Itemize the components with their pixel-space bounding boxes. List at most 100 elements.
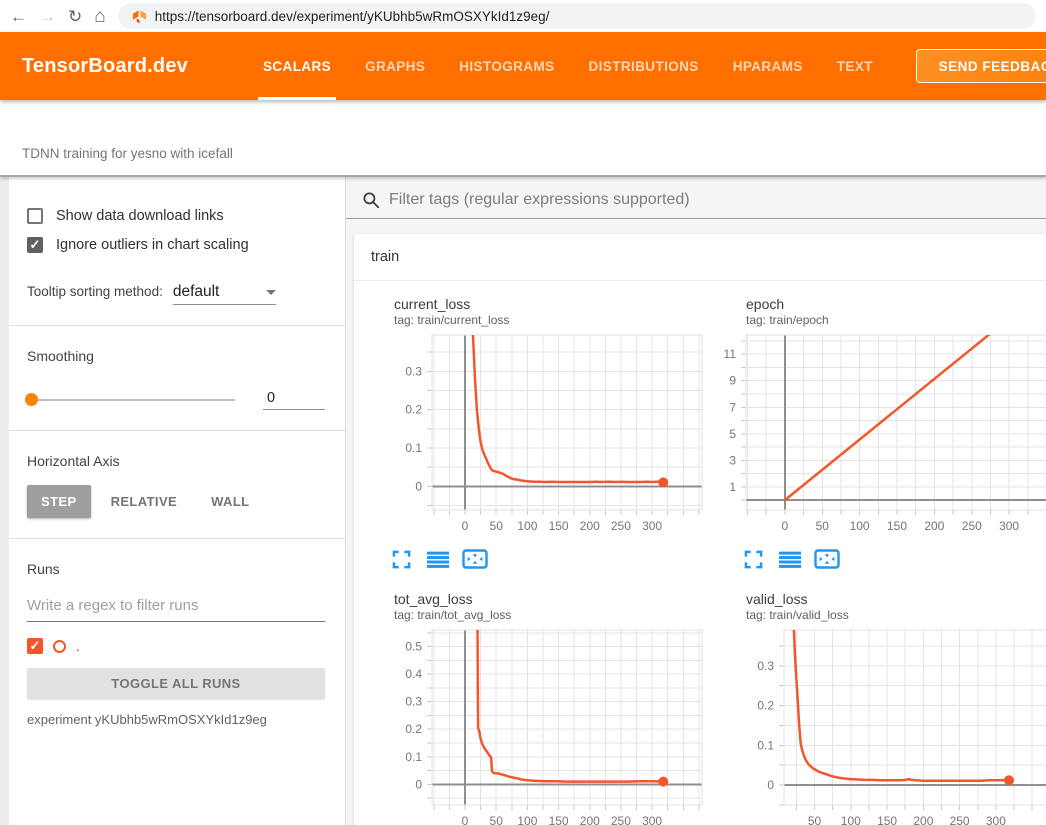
run-checkbox-icon[interactable]: ✓	[27, 638, 43, 654]
smoothing-value-input[interactable]: 0	[263, 390, 325, 410]
svg-text:200: 200	[580, 519, 600, 533]
search-icon	[362, 191, 380, 209]
smoothing-slider[interactable]	[27, 399, 235, 401]
svg-text:150: 150	[549, 519, 569, 533]
chart-row: current_loss tag: train/current_loss 050…	[354, 294, 1046, 589]
chart-toolbar	[740, 547, 1046, 571]
browser-home-icon[interactable]: ⌂	[94, 7, 105, 26]
main-pane: train current_loss tag: train/current_lo…	[346, 177, 1046, 825]
chart-tag: tag: train/valid_loss	[746, 608, 1046, 622]
svg-text:3: 3	[729, 453, 736, 467]
axis-relative-button[interactable]: RELATIVE	[97, 485, 192, 518]
svg-text:100: 100	[850, 519, 870, 533]
svg-text:11: 11	[724, 347, 737, 361]
run-name: .	[76, 639, 80, 654]
horizontal-axis-buttons: STEP RELATIVE WALL	[27, 485, 325, 518]
page: ← → ↻ ⌂ https://tensorboard.dev/experime…	[0, 0, 1046, 825]
checkbox-icon[interactable]: ✓	[27, 237, 43, 253]
run-row[interactable]: ✓ .	[27, 638, 325, 654]
smoothing-slider-row: 0	[27, 390, 325, 410]
tab-text[interactable]: TEXT	[820, 32, 890, 100]
fullscreen-icon[interactable]	[740, 547, 766, 571]
chart-tot-avg-loss: tot_avg_loss tag: train/tot_avg_loss 0 50…	[354, 589, 706, 825]
svg-text:100: 100	[517, 519, 537, 533]
svg-text:0: 0	[767, 778, 774, 792]
svg-text:200: 200	[924, 519, 944, 533]
ignore-outliers-checkbox[interactable]: ✓ Ignore outliers in chart scaling	[27, 230, 325, 259]
svg-text:0.4: 0.4	[405, 667, 422, 681]
line-chart[interactable]: 05010015020025030000.10.20.3	[354, 329, 706, 543]
divider	[9, 538, 345, 539]
tab-hparams[interactable]: HPARAMS	[716, 32, 820, 100]
browser-reload-icon[interactable]: ↻	[68, 8, 82, 25]
horizontal-axis-label: Horizontal Axis	[27, 453, 325, 469]
runs-filter-input[interactable]	[27, 591, 325, 622]
train-section-header[interactable]: train	[354, 234, 1046, 281]
toggle-all-runs-button[interactable]: TOGGLE ALL RUNS	[27, 668, 325, 699]
show-download-links-checkbox[interactable]: Show data download links	[27, 201, 325, 230]
line-chart[interactable]: 05010015020025030000.10.20.30.40.5	[354, 624, 706, 825]
svg-text:0.3: 0.3	[757, 659, 774, 673]
svg-text:150: 150	[877, 814, 897, 825]
line-chart[interactable]: 0501001502002503001357911	[706, 329, 1046, 543]
send-feedback-button[interactable]: SEND FEEDBACK	[916, 49, 1046, 83]
slider-knob[interactable]	[25, 393, 38, 406]
axis-wall-button[interactable]: WALL	[197, 485, 263, 518]
dropdown-value: default	[173, 283, 220, 301]
browser-forward-icon[interactable]: →	[39, 8, 56, 25]
fit-domain-icon[interactable]	[462, 547, 488, 571]
svg-text:200: 200	[580, 814, 600, 825]
svg-text:50: 50	[490, 814, 504, 825]
svg-text:7: 7	[729, 400, 736, 414]
svg-text:250: 250	[962, 519, 982, 533]
svg-text:9: 9	[729, 374, 736, 388]
svg-text:200: 200	[913, 814, 933, 825]
svg-text:100: 100	[841, 814, 861, 825]
tab-histograms[interactable]: HISTOGRAMS	[442, 32, 571, 100]
section-title: train	[371, 249, 399, 265]
svg-text:0.3: 0.3	[405, 364, 422, 378]
svg-text:0.2: 0.2	[405, 722, 422, 736]
chart-title: tot_avg_loss	[394, 591, 706, 607]
brand-logo[interactable]: TensorBoard.dev	[22, 55, 188, 78]
checkbox-label: Show data download links	[56, 208, 224, 224]
divider	[9, 430, 345, 431]
svg-text:300: 300	[986, 814, 1006, 825]
tooltip-sorting-dropdown[interactable]: default	[173, 283, 276, 305]
runs-selector-icon[interactable]	[777, 547, 803, 571]
address-bar[interactable]: https://tensorboard.dev/experiment/yKUbh…	[118, 3, 1036, 29]
svg-text:0: 0	[415, 777, 422, 791]
runs-selector-icon[interactable]	[425, 547, 451, 571]
chart-title: current_loss	[394, 296, 706, 312]
svg-text:300: 300	[642, 814, 662, 825]
chart-tag: tag: train/tot_avg_loss	[394, 608, 706, 622]
checkbox-icon[interactable]	[27, 208, 43, 224]
svg-text:0.2: 0.2	[757, 699, 774, 713]
browser-back-icon[interactable]: ←	[10, 8, 27, 25]
svg-text:0: 0	[462, 814, 469, 825]
svg-text:250: 250	[611, 519, 631, 533]
nav-tabs: SCALARS GRAPHS HISTOGRAMS DISTRIBUTIONS …	[246, 32, 890, 100]
card-body: current_loss tag: train/current_loss 050…	[354, 281, 1046, 825]
fullscreen-icon[interactable]	[388, 547, 414, 571]
tooltip-sorting-label: Tooltip sorting method:	[27, 284, 163, 299]
train-section-card: train current_loss tag: train/current_lo…	[354, 234, 1046, 825]
tab-graphs[interactable]: GRAPHS	[348, 32, 442, 100]
svg-text:0.5: 0.5	[405, 640, 422, 654]
svg-text:0: 0	[462, 519, 469, 533]
line-chart[interactable]: 5010015020025030000.10.20.3	[706, 624, 1046, 825]
chart-title: epoch	[746, 296, 1046, 312]
svg-text:1: 1	[729, 480, 736, 494]
svg-text:50: 50	[816, 519, 830, 533]
tab-scalars[interactable]: SCALARS	[246, 32, 348, 100]
tooltip-sorting-row: Tooltip sorting method: default	[27, 283, 325, 305]
svg-text:150: 150	[887, 519, 907, 533]
experiment-title-bar: TDNN training for yesno with icefall	[0, 100, 1046, 177]
axis-step-button[interactable]: STEP	[27, 485, 91, 518]
tag-filter-input[interactable]	[389, 191, 1046, 209]
divider	[9, 325, 345, 326]
tab-distributions[interactable]: DISTRIBUTIONS	[572, 32, 716, 100]
chart-toolbar	[388, 547, 706, 571]
svg-text:0.3: 0.3	[405, 695, 422, 709]
fit-domain-icon[interactable]	[814, 547, 840, 571]
